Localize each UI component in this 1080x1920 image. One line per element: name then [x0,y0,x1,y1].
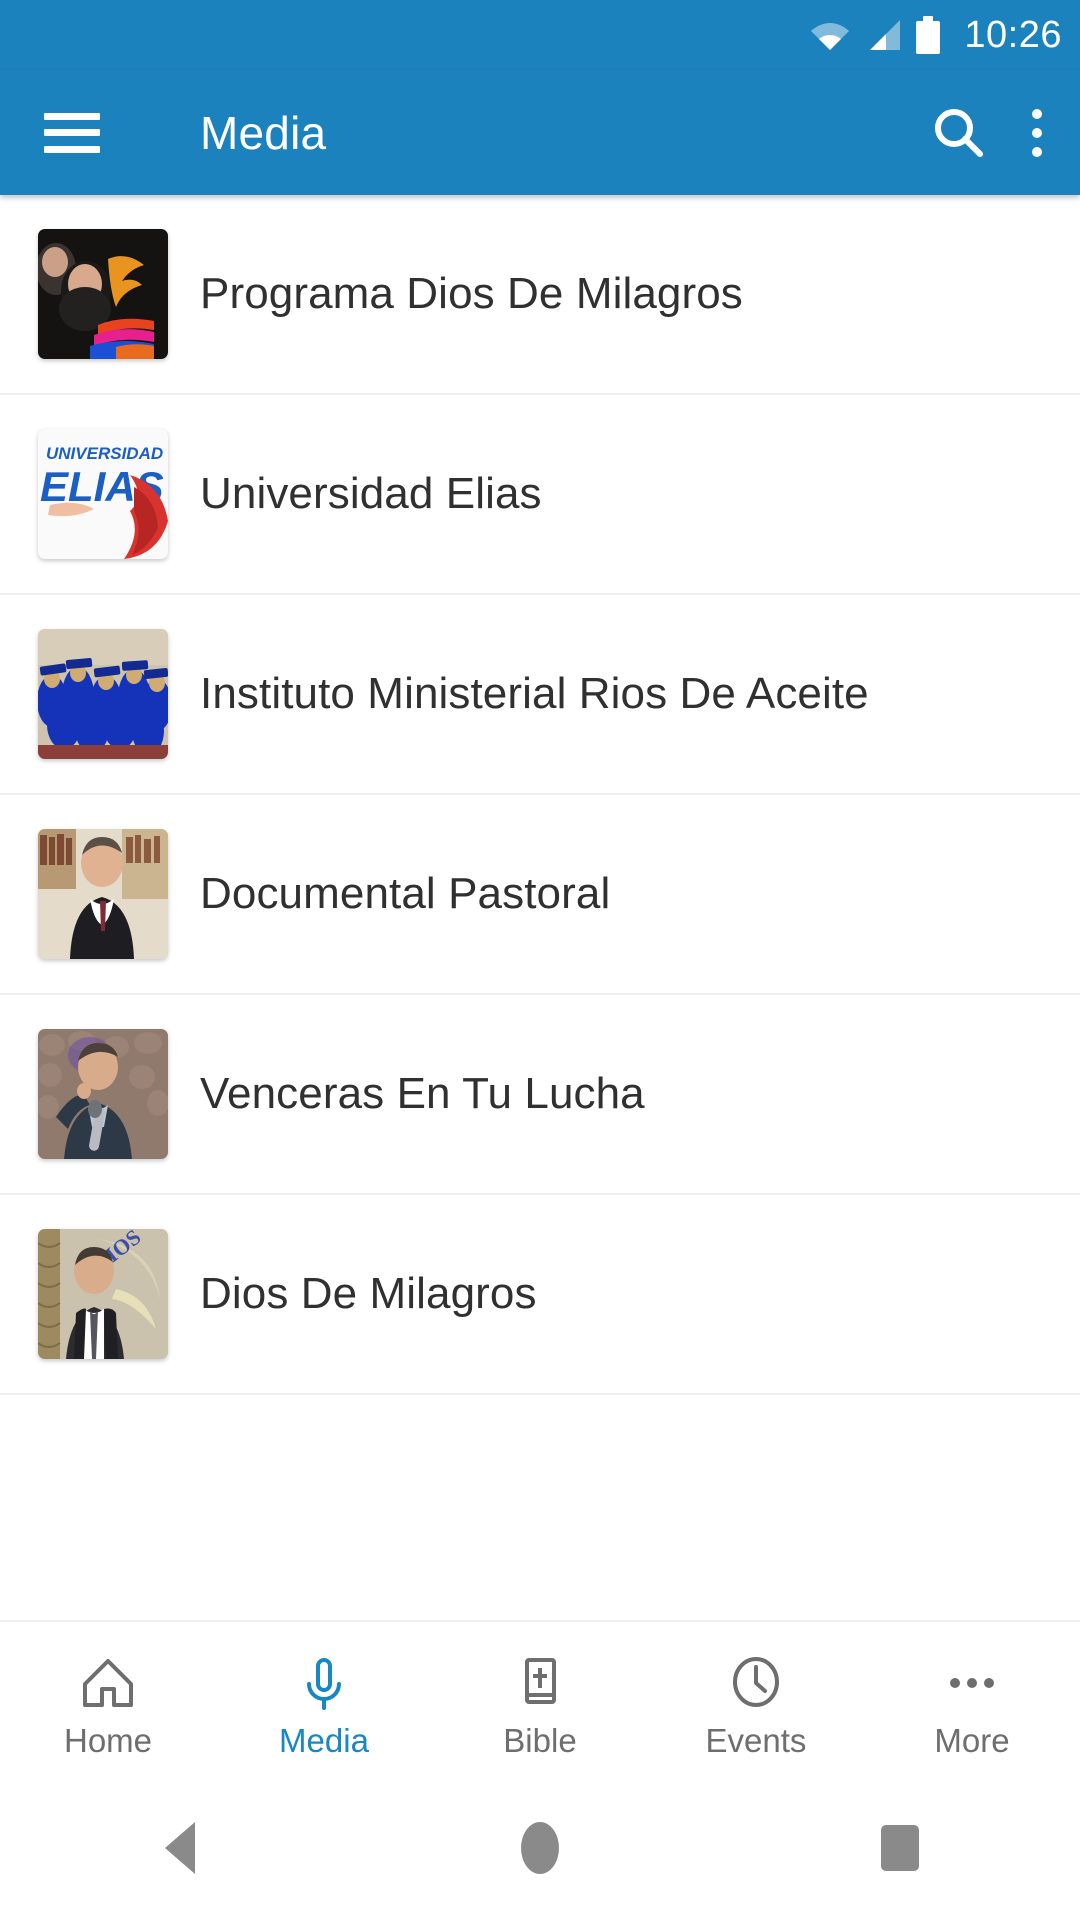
hamburger-menu-icon[interactable] [44,112,100,153]
list-item[interactable]: RIOS Dios De Milagros [0,1195,1080,1395]
nav-tab-home[interactable]: Home [0,1621,216,1791]
signal-icon [864,19,902,51]
app-toolbar: Media [0,70,1080,195]
recents-square-icon[interactable] [810,1808,990,1888]
woman-with-dios-de-milagros-logo-thumbnail [38,229,168,359]
list-item[interactable]: Programa Dios De Milagros [0,195,1080,395]
more-dots-icon [945,1656,999,1710]
list-item-title: Venceras En Tu Lucha [200,1068,645,1118]
list-item[interactable]: Venceras En Tu Lucha [0,995,1080,1195]
nav-label-bible: Bible [503,1721,577,1759]
list-item-title: Documental Pastoral [200,868,611,918]
nav-tab-bible[interactable]: Bible [432,1621,648,1791]
speaker-at-podium-thumbnail: RIOS [38,1229,168,1359]
page-title: Media [200,106,327,159]
status-bar: 10:26 [0,0,1080,70]
list-item[interactable]: Documental Pastoral [0,795,1080,995]
list-item-title: Universidad Elias [200,468,542,518]
pastor-portrait-thumbnail [38,829,168,959]
list-item-title: Programa Dios De Milagros [200,268,743,318]
list-item[interactable]: UNIVERSIDAD ELIAS Universidad Elias [0,395,1080,595]
nav-label-home: Home [63,1721,153,1759]
preacher-with-microphone-thumbnail [38,1029,168,1159]
search-icon[interactable] [924,98,994,168]
clock-icon [729,1656,783,1710]
android-system-navigation [0,1790,1080,1920]
back-triangle-icon[interactable] [90,1808,270,1888]
nav-tab-media[interactable]: Media [216,1621,432,1791]
list-item-title: Dios De Milagros [200,1268,537,1318]
home-icon [81,1656,135,1710]
nav-label-media: Media [279,1721,369,1759]
battery-icon [916,16,941,54]
list-item[interactable]: Instituto Ministerial Rios De Aceite [0,595,1080,795]
toolbar-actions [924,90,1080,176]
status-bar-clock: 10:26 [964,14,1062,56]
nav-label-events: Events [705,1721,807,1759]
graduation-ceremony-thumbnail [38,629,168,759]
overflow-menu-icon[interactable] [994,90,1080,176]
bible-book-icon [513,1656,567,1710]
list-item-title: Instituto Ministerial Rios De Aceite [200,668,869,718]
universidad-elias-logo-thumbnail: UNIVERSIDAD ELIAS [38,429,168,559]
media-list[interactable]: Programa Dios De Milagros UNIVERSIDAD EL… [0,195,1080,1620]
nav-label-more: More [934,1721,1010,1759]
nav-tab-more[interactable]: More [864,1621,1080,1791]
svg-text:UNIVERSIDAD: UNIVERSIDAD [46,444,163,463]
home-circle-icon[interactable] [450,1808,630,1888]
microphone-icon [297,1656,351,1710]
wifi-icon [810,19,850,51]
nav-tab-events[interactable]: Events [648,1621,864,1791]
status-bar-icons: 10:26 [810,16,1062,54]
bottom-navigation: Home Media Bible Events More [0,1620,1080,1790]
